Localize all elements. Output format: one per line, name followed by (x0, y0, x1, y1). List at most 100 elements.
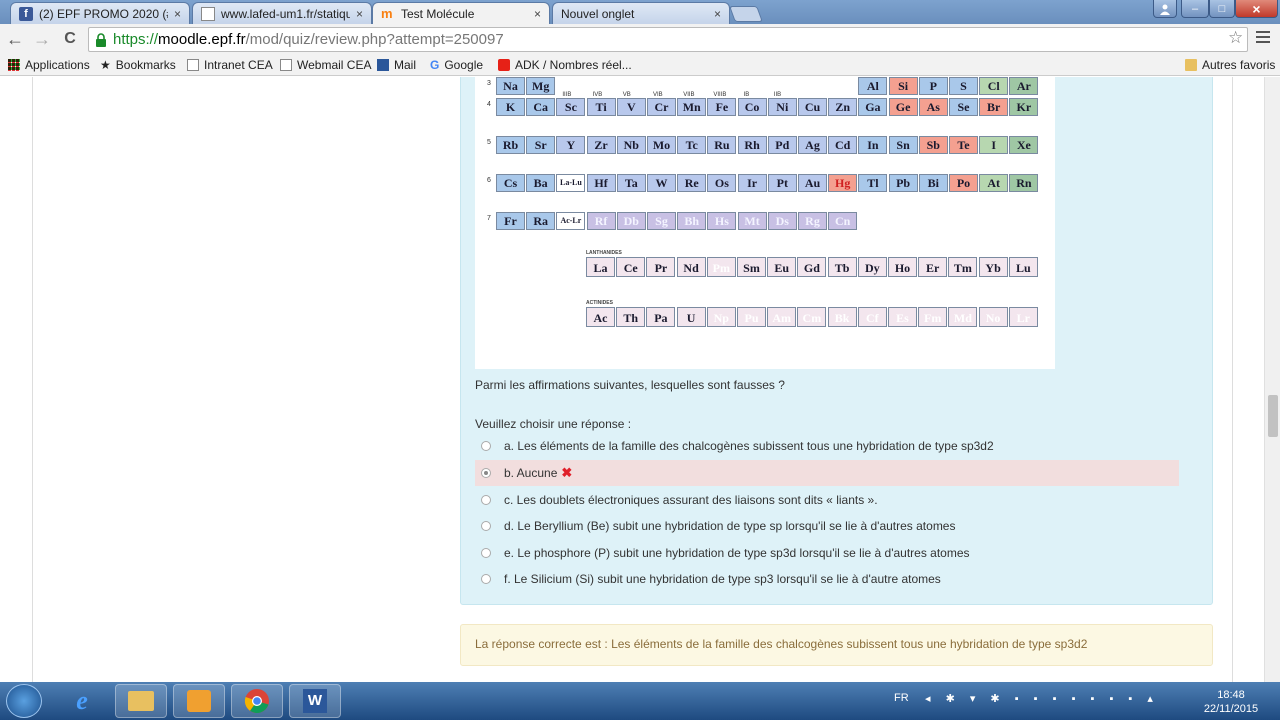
radio-button[interactable] (481, 574, 491, 584)
element-cell: Ag (798, 136, 827, 154)
forward-button[interactable]: → (31, 28, 53, 50)
chrome-icon[interactable] (231, 684, 283, 718)
answer-option-d[interactable]: d. Le Beryllium (Be) subit une hybridati… (475, 513, 1179, 539)
element-cell: Cf (857, 307, 887, 327)
element-cell: La (586, 257, 615, 277)
element-cell: Pt (767, 174, 797, 192)
folder-icon (1185, 59, 1197, 71)
moodle-icon: m (381, 5, 393, 21)
tab-close-icon[interactable]: × (714, 7, 721, 21)
answer-option-b[interactable]: b. Aucune ✖ (475, 460, 1179, 486)
element-cell: I (979, 136, 1009, 154)
bookmark-other[interactable]: Autres favoris (1185, 58, 1275, 72)
bookmark-google[interactable]: G Google (430, 58, 483, 72)
close-window-button[interactable]: × (1235, 0, 1278, 18)
bookmark-mail[interactable]: Mail (377, 58, 416, 72)
bookmark-bookmarks[interactable]: ★ Bookmarks (100, 58, 176, 72)
radio-button[interactable] (481, 468, 491, 478)
tab-lafed[interactable]: www.lafed-um1.fr/statiqu × (192, 2, 372, 24)
element-cell: Ta (616, 174, 646, 192)
back-button[interactable]: ← (4, 28, 26, 50)
file-explorer-icon[interactable] (115, 684, 167, 718)
element-cell: Si (888, 77, 918, 95)
tab-test-molecule[interactable]: m Test Molécule × (372, 2, 550, 24)
radio-button[interactable] (481, 441, 491, 451)
outlook-icon[interactable] (173, 684, 225, 718)
menu-icon[interactable] (1256, 31, 1270, 46)
browser-tab-strip: f (2) EPF PROMO 2020 (#C × www.lafed-um1… (0, 0, 1280, 24)
element-cell: Ac-Lr (556, 212, 586, 230)
group-label: IIB (773, 92, 782, 98)
element-cell: Ga (858, 98, 888, 116)
youtube-icon (498, 59, 510, 71)
left-border (32, 77, 33, 682)
element-cell: Bk (827, 307, 857, 327)
element-cell: Te (949, 136, 978, 154)
element-cell: Cd (828, 136, 858, 154)
element-cell: Au (798, 174, 827, 192)
element-cell: Ti (586, 98, 616, 116)
element-cell: In (858, 136, 888, 154)
answer-option-c[interactable]: c. Les doublets électroniques assurant d… (475, 487, 1179, 513)
element-cell: Ge (888, 98, 918, 116)
element-cell: Cs (496, 174, 525, 192)
bookmark-applications[interactable]: Applications (8, 58, 90, 72)
tab-epf-promo[interactable]: f (2) EPF PROMO 2020 (#C × (10, 2, 190, 24)
clock[interactable]: 18:48 22/11/2015 (1196, 688, 1266, 716)
address-bar[interactable]: https://moodle.epf.fr/mod/quiz/review.ph… (88, 27, 1248, 52)
answer-option-a[interactable]: a. Les éléments de la famille des chalco… (475, 433, 1179, 459)
element-cell: Hs (707, 212, 737, 230)
scrollbar-thumb[interactable] (1268, 395, 1278, 437)
minimize-button[interactable]: – (1181, 0, 1209, 18)
tab-close-icon[interactable]: × (534, 7, 541, 21)
group-label: VB (622, 92, 631, 98)
element-cell: Pr (646, 257, 676, 277)
bookmark-adk[interactable]: ADK / Nombres réel... (498, 58, 632, 72)
vertical-scrollbar[interactable] (1264, 77, 1280, 682)
answer-prompt: Veuillez choisir une réponse : (475, 417, 632, 431)
browser-toolbar: ← → C https://moodle.epf.fr/mod/quiz/rev… (0, 24, 1280, 56)
element-cell: Ir (737, 174, 767, 192)
tab-new-tab[interactable]: Nouvel onglet × (552, 2, 730, 24)
start-button[interactable] (6, 684, 42, 718)
element-cell: Ac (586, 307, 615, 327)
system-tray-icons[interactable]: ◂ ✱ ▾ ✱ ▪ ▪ ▪ ▪ ▪ ▪ ▪ ▴ (925, 692, 1159, 705)
element-cell: Ca (526, 98, 556, 116)
url-scheme: https:// (113, 31, 159, 48)
element-cell: No (978, 307, 1008, 327)
element-cell: Cm (797, 307, 827, 327)
tab-close-icon[interactable]: × (356, 7, 363, 21)
url-host: moodle.epf.fr (158, 31, 246, 48)
element-cell: Y (556, 136, 586, 154)
element-cell: Co (737, 98, 767, 116)
tab-close-icon[interactable]: × (174, 7, 181, 21)
radio-button[interactable] (481, 548, 491, 558)
answer-option-e[interactable]: e. Le phosphore (P) subit une hybridatio… (475, 540, 1179, 566)
element-cell: Ra (526, 212, 556, 230)
new-tab-button[interactable] (729, 6, 763, 22)
bookmark-star-icon[interactable]: ☆ (1228, 28, 1243, 48)
element-cell: V (616, 98, 646, 116)
language-indicator[interactable]: FR (894, 692, 909, 704)
user-icon[interactable] (1153, 0, 1177, 18)
element-cell: Ni (767, 98, 797, 116)
radio-button[interactable] (481, 495, 491, 505)
group-label: IB (743, 92, 750, 98)
element-cell: Pa (646, 307, 676, 327)
element-cell: Hg (828, 174, 858, 192)
element-cell: Xe (1009, 136, 1039, 154)
element-cell: Bh (677, 212, 707, 230)
reload-button[interactable]: C (59, 28, 81, 50)
bookmark-intranet-cea[interactable]: Intranet CEA (187, 58, 273, 72)
internet-explorer-icon[interactable]: e (56, 684, 108, 718)
bookmarks-bar: Applications ★ Bookmarks Intranet CEA We… (0, 56, 1280, 76)
element-cell: Rb (496, 136, 525, 154)
element-cell: Tm (948, 257, 978, 277)
element-cell: Ba (526, 174, 556, 192)
element-cell: Lr (1008, 307, 1038, 327)
maximize-button[interactable]: □ (1209, 0, 1235, 18)
radio-button[interactable] (481, 521, 491, 531)
bookmark-webmail-cea[interactable]: Webmail CEA (280, 58, 371, 72)
answer-option-f[interactable]: f. Le Silicium (Si) subit une hybridatio… (475, 566, 1179, 592)
word-icon[interactable]: W (289, 684, 341, 718)
